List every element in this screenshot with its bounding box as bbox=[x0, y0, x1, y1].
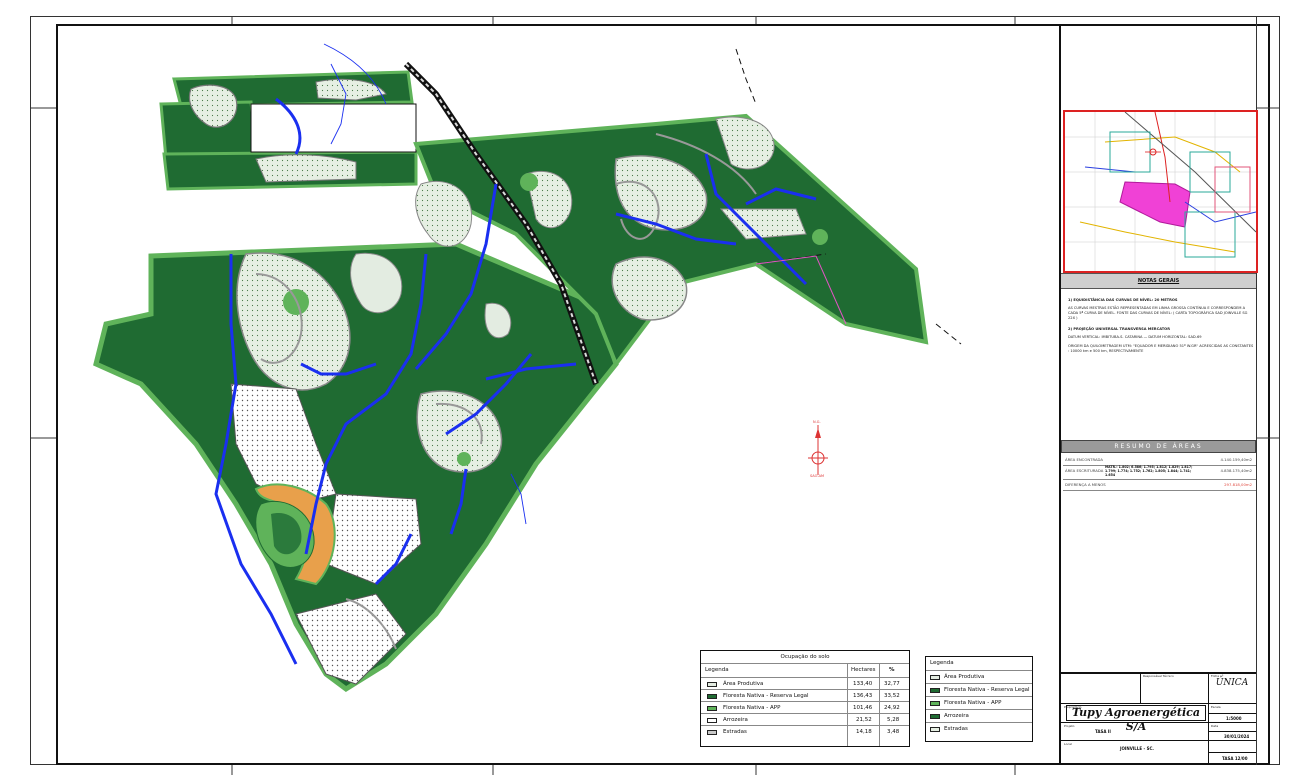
row-name: Estradas bbox=[723, 729, 747, 735]
area-row-deeded: ÁREA ESCRITURADA MATR.: 1.802; 6.586; 1.… bbox=[1063, 465, 1256, 480]
note-2-heading: 2) PROJEÇÃO UNIVERSAL TRANSVERSA MERCATO… bbox=[1068, 327, 1170, 331]
legend-title: Legenda bbox=[930, 660, 954, 666]
note-1-heading: 1) EQUIDISTÂNCIA DAS CURVAS DE NÍVEL: 20… bbox=[1068, 298, 1178, 302]
row-percent: 3,48 bbox=[887, 729, 900, 735]
legend-item: Arrozeira bbox=[926, 709, 1032, 723]
area-value: 4.140.159,40m2 bbox=[1220, 457, 1252, 462]
swatch-estradas bbox=[930, 727, 940, 732]
swatch-area-produtiva bbox=[930, 675, 940, 680]
notes-title: NOTAS GERAIS bbox=[1061, 273, 1256, 289]
area-detail: MATR.: 1.802; 6.586; 1.795; 1.812; 1.829… bbox=[1105, 465, 1193, 477]
table-row: Estradas 14,18 3,48 bbox=[701, 725, 909, 746]
area-label: DIFERENÇA A MENOS bbox=[1065, 482, 1106, 487]
area-value: 4.838.175,40m2 bbox=[1220, 468, 1252, 473]
legend-item: Área Produtiva bbox=[926, 670, 1032, 684]
swatch-app bbox=[930, 701, 940, 706]
tb-place-label: Local bbox=[1064, 742, 1072, 746]
north-label-top: N.G. bbox=[813, 420, 821, 424]
legend-table: Legenda Área Produtiva Floresta Nativa -… bbox=[925, 656, 1033, 742]
tb-project-label: Projeto bbox=[1064, 724, 1075, 728]
note-3-text: ORIGEM DA QUILOMETRAGEM UTM: "EQUADOR E … bbox=[1068, 344, 1254, 353]
header-legenda: Legenda bbox=[705, 667, 729, 673]
col-divider bbox=[847, 663, 848, 746]
note-2-text: DATUM VERTICAL: IMBITUBA-S. CATARINA — D… bbox=[1068, 335, 1202, 339]
tb-company-name: Tupy Agroenergética S/A bbox=[1066, 705, 1206, 733]
header-percent: % bbox=[889, 667, 895, 673]
legend-item: Floresta Nativa - APP bbox=[926, 696, 1032, 710]
area-value: 297.818,00m2 bbox=[1224, 482, 1252, 487]
swatch-arrozeira bbox=[930, 714, 940, 719]
area-row-difference: DIFERENÇA A MENOS 297.818,00m2 bbox=[1063, 479, 1256, 491]
north-west-parcel bbox=[159, 70, 418, 191]
location-inset-map[interactable] bbox=[1063, 110, 1258, 273]
legend-item: Floresta Nativa - Reserva Legal bbox=[926, 683, 1032, 697]
tb-divider bbox=[1061, 703, 1256, 704]
north-arrow-icon bbox=[808, 425, 828, 475]
tb-resp-label: Responsável Técnico bbox=[1143, 674, 1174, 678]
inset-map-drawing bbox=[1065, 112, 1256, 271]
legend-item: Estradas bbox=[926, 722, 1032, 736]
tb-divider bbox=[1208, 752, 1256, 753]
tb-divider bbox=[1208, 713, 1256, 714]
swatch-reserva-legal bbox=[707, 693, 717, 699]
tb-number-value: TASA 12/00 bbox=[1222, 756, 1248, 761]
tb-divider bbox=[1140, 672, 1141, 704]
tb-divider bbox=[1061, 740, 1256, 741]
land-use-table-title: Ocupação do solo bbox=[780, 654, 830, 660]
swatch-reserva-legal bbox=[930, 688, 940, 693]
swatch-area-produtiva bbox=[707, 681, 717, 687]
header-hectares: Hectares bbox=[851, 667, 876, 673]
tb-date-label: Data bbox=[1211, 724, 1219, 728]
tb-place-value: JOINVILLE - SC. bbox=[1120, 746, 1154, 751]
tb-project-value: TASA II bbox=[1095, 729, 1111, 734]
swatch-arrozeira bbox=[707, 717, 717, 723]
area-label: ÁREA ENCONTRADA bbox=[1065, 457, 1104, 462]
swatch-app bbox=[707, 705, 717, 711]
tb-divider bbox=[1061, 722, 1256, 723]
tb-date-value: 30/01/2024 bbox=[1224, 734, 1250, 739]
col-divider bbox=[879, 663, 880, 746]
tb-scale-label: Escala bbox=[1211, 705, 1221, 709]
tb-sheet-value: ÚNICA bbox=[1215, 678, 1249, 688]
north-label-bottom: SAO-AM bbox=[810, 474, 825, 478]
tb-divider bbox=[1208, 731, 1256, 732]
note-1-text: AS CURVAS MESTRAS ESTÃO REPRESENTADAS EM… bbox=[1068, 306, 1248, 320]
legend-label: Estradas bbox=[944, 726, 968, 732]
swatch-estradas bbox=[707, 729, 717, 735]
land-use-table-header: Legenda Hectares % bbox=[701, 663, 909, 676]
areas-summary-title: RESUMO DE ÁREAS bbox=[1061, 440, 1256, 453]
area-label: ÁREA ESCRITURADA bbox=[1065, 468, 1104, 473]
tb-scale-value: 1:5000 bbox=[1226, 716, 1242, 721]
row-hectares: 14,18 bbox=[856, 729, 872, 735]
land-use-table: Ocupação do solo Legenda Hectares % Área… bbox=[700, 650, 910, 747]
